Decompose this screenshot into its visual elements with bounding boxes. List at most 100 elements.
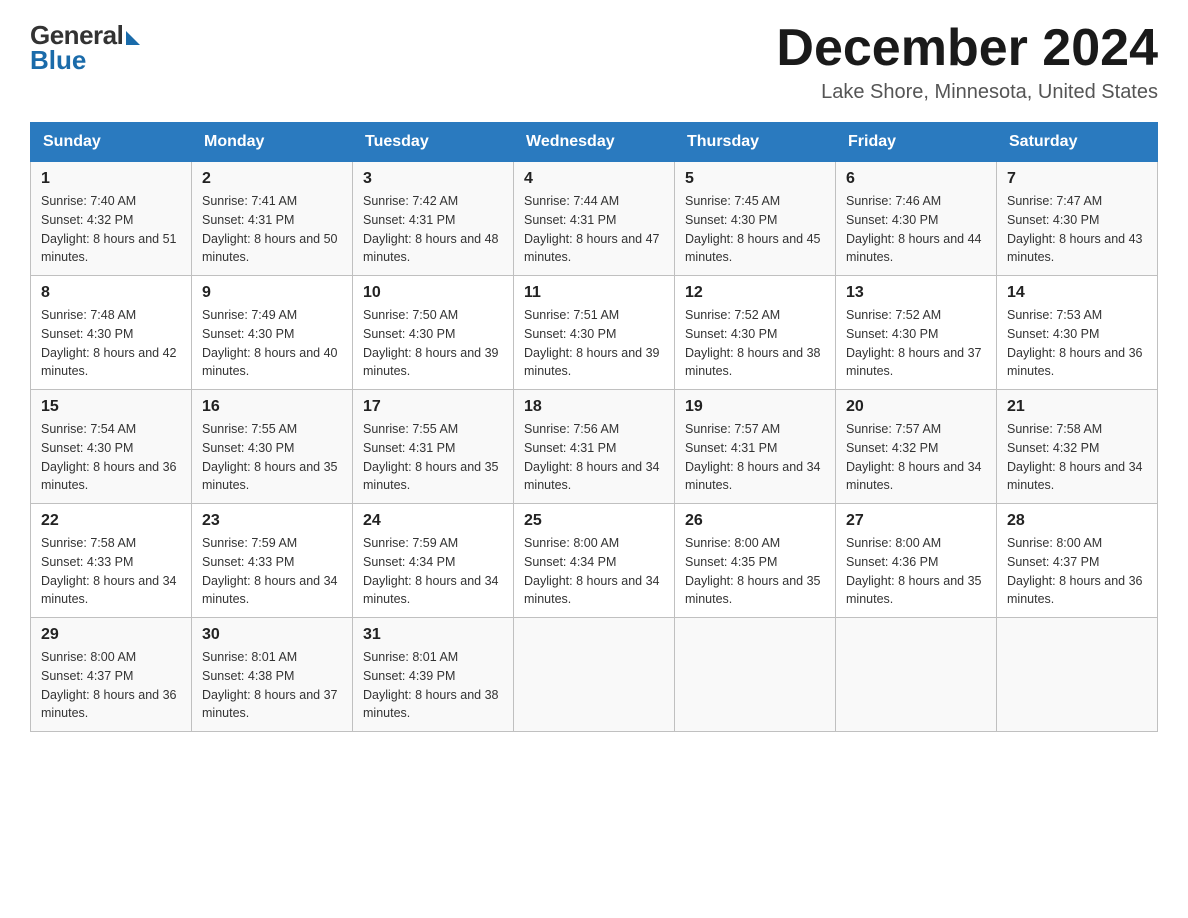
calendar-week-3: 15 Sunrise: 7:54 AMSunset: 4:30 PMDayligh… bbox=[31, 390, 1158, 504]
calendar-cell: 10 Sunrise: 7:50 AMSunset: 4:30 PMDayligh… bbox=[353, 276, 514, 390]
day-number: 15 bbox=[41, 398, 181, 416]
day-number: 4 bbox=[524, 170, 664, 188]
day-number: 13 bbox=[846, 284, 986, 302]
day-number: 9 bbox=[202, 284, 342, 302]
calendar-cell: 20 Sunrise: 7:57 AMSunset: 4:32 PMDayligh… bbox=[836, 390, 997, 504]
day-header-sunday: Sunday bbox=[31, 123, 192, 162]
calendar-week-2: 8Sunrise: 7:48 AMSunset: 4:30 PMDaylight… bbox=[31, 276, 1158, 390]
calendar-cell: 11 Sunrise: 7:51 AMSunset: 4:30 PMDayligh… bbox=[514, 276, 675, 390]
day-number: 16 bbox=[202, 398, 342, 416]
day-info: Sunrise: 7:54 AMSunset: 4:30 PMDaylight:… bbox=[41, 420, 181, 495]
day-number: 6 bbox=[846, 170, 986, 188]
calendar-cell bbox=[836, 618, 997, 732]
day-number: 10 bbox=[363, 284, 503, 302]
calendar-cell: 4 Sunrise: 7:44 AMSunset: 4:31 PMDaylight… bbox=[514, 162, 675, 276]
calendar-cell: 16 Sunrise: 7:55 AMSunset: 4:30 PMDayligh… bbox=[192, 390, 353, 504]
calendar-cell: 29 Sunrise: 8:00 AMSunset: 4:37 PMDayligh… bbox=[31, 618, 192, 732]
day-number: 3 bbox=[363, 170, 503, 188]
day-number: 5 bbox=[685, 170, 825, 188]
calendar-cell: 9 Sunrise: 7:49 AMSunset: 4:30 PMDaylight… bbox=[192, 276, 353, 390]
day-header-row: SundayMondayTuesdayWednesdayThursdayFrid… bbox=[31, 123, 1158, 162]
calendar-cell: 12Sunrise: 7:52 AMSunset: 4:30 PMDayligh… bbox=[675, 276, 836, 390]
day-number: 24 bbox=[363, 512, 503, 530]
day-info: Sunrise: 7:57 AMSunset: 4:31 PMDaylight:… bbox=[685, 420, 825, 495]
calendar-cell: 8Sunrise: 7:48 AMSunset: 4:30 PMDaylight… bbox=[31, 276, 192, 390]
day-number: 18 bbox=[524, 398, 664, 416]
calendar-header: SundayMondayTuesdayWednesdayThursdayFrid… bbox=[31, 123, 1158, 162]
day-number: 23 bbox=[202, 512, 342, 530]
day-info: Sunrise: 8:00 AMSunset: 4:34 PMDaylight:… bbox=[524, 534, 664, 609]
calendar-cell: 22 Sunrise: 7:58 AMSunset: 4:33 PMDayligh… bbox=[31, 504, 192, 618]
day-info: Sunrise: 7:55 AMSunset: 4:31 PMDaylight:… bbox=[363, 420, 503, 495]
day-number: 28 bbox=[1007, 512, 1147, 530]
day-header-thursday: Thursday bbox=[675, 123, 836, 162]
logo-blue-text: Blue bbox=[30, 45, 86, 76]
day-info: Sunrise: 7:49 AMSunset: 4:30 PMDaylight:… bbox=[202, 306, 342, 381]
day-info: Sunrise: 7:40 AMSunset: 4:32 PMDaylight:… bbox=[41, 192, 181, 267]
day-number: 25 bbox=[524, 512, 664, 530]
day-header-monday: Monday bbox=[192, 123, 353, 162]
day-number: 22 bbox=[41, 512, 181, 530]
day-info: Sunrise: 8:00 AMSunset: 4:36 PMDaylight:… bbox=[846, 534, 986, 609]
calendar-cell bbox=[997, 618, 1158, 732]
day-number: 19 bbox=[685, 398, 825, 416]
day-number: 30 bbox=[202, 626, 342, 644]
day-number: 29 bbox=[41, 626, 181, 644]
calendar-week-1: 1 Sunrise: 7:40 AMSunset: 4:32 PMDaylight… bbox=[31, 162, 1158, 276]
day-info: Sunrise: 7:51 AMSunset: 4:30 PMDaylight:… bbox=[524, 306, 664, 381]
day-info: Sunrise: 8:00 AMSunset: 4:37 PMDaylight:… bbox=[1007, 534, 1147, 609]
day-info: Sunrise: 8:00 AMSunset: 4:37 PMDaylight:… bbox=[41, 648, 181, 723]
day-info: Sunrise: 8:01 AMSunset: 4:38 PMDaylight:… bbox=[202, 648, 342, 723]
day-info: Sunrise: 7:58 AMSunset: 4:32 PMDaylight:… bbox=[1007, 420, 1147, 495]
day-info: Sunrise: 7:52 AMSunset: 4:30 PMDaylight:… bbox=[685, 306, 825, 381]
calendar-cell: 3 Sunrise: 7:42 AMSunset: 4:31 PMDaylight… bbox=[353, 162, 514, 276]
day-number: 11 bbox=[524, 284, 664, 302]
calendar-body: 1 Sunrise: 7:40 AMSunset: 4:32 PMDaylight… bbox=[31, 162, 1158, 732]
calendar-cell: 7Sunrise: 7:47 AMSunset: 4:30 PMDaylight… bbox=[997, 162, 1158, 276]
calendar-cell bbox=[675, 618, 836, 732]
page-header: General Blue December 2024 Lake Shore, M… bbox=[30, 20, 1158, 104]
day-header-tuesday: Tuesday bbox=[353, 123, 514, 162]
day-info: Sunrise: 7:57 AMSunset: 4:32 PMDaylight:… bbox=[846, 420, 986, 495]
day-info: Sunrise: 7:59 AMSunset: 4:33 PMDaylight:… bbox=[202, 534, 342, 609]
day-number: 1 bbox=[41, 170, 181, 188]
calendar-cell: 23 Sunrise: 7:59 AMSunset: 4:33 PMDayligh… bbox=[192, 504, 353, 618]
calendar-cell: 27Sunrise: 8:00 AMSunset: 4:36 PMDayligh… bbox=[836, 504, 997, 618]
day-info: Sunrise: 7:50 AMSunset: 4:30 PMDaylight:… bbox=[363, 306, 503, 381]
calendar-cell: 13 Sunrise: 7:52 AMSunset: 4:30 PMDayligh… bbox=[836, 276, 997, 390]
calendar-cell: 30 Sunrise: 8:01 AMSunset: 4:38 PMDayligh… bbox=[192, 618, 353, 732]
calendar-cell: 24Sunrise: 7:59 AMSunset: 4:34 PMDayligh… bbox=[353, 504, 514, 618]
day-info: Sunrise: 7:44 AMSunset: 4:31 PMDaylight:… bbox=[524, 192, 664, 267]
calendar-week-5: 29 Sunrise: 8:00 AMSunset: 4:37 PMDayligh… bbox=[31, 618, 1158, 732]
calendar-cell: 2Sunrise: 7:41 AMSunset: 4:31 PMDaylight… bbox=[192, 162, 353, 276]
day-header-saturday: Saturday bbox=[997, 123, 1158, 162]
day-number: 2 bbox=[202, 170, 342, 188]
page-title: December 2024 bbox=[776, 20, 1158, 77]
logo-arrow-icon bbox=[126, 31, 140, 45]
calendar-cell: 15 Sunrise: 7:54 AMSunset: 4:30 PMDayligh… bbox=[31, 390, 192, 504]
day-info: Sunrise: 7:52 AMSunset: 4:30 PMDaylight:… bbox=[846, 306, 986, 381]
page-subtitle: Lake Shore, Minnesota, United States bbox=[776, 81, 1158, 104]
calendar-cell: 25 Sunrise: 8:00 AMSunset: 4:34 PMDayligh… bbox=[514, 504, 675, 618]
day-info: Sunrise: 7:46 AMSunset: 4:30 PMDaylight:… bbox=[846, 192, 986, 267]
day-info: Sunrise: 7:55 AMSunset: 4:30 PMDaylight:… bbox=[202, 420, 342, 495]
day-info: Sunrise: 7:45 AMSunset: 4:30 PMDaylight:… bbox=[685, 192, 825, 267]
calendar-cell: 6 Sunrise: 7:46 AMSunset: 4:30 PMDaylight… bbox=[836, 162, 997, 276]
calendar-cell: 17Sunrise: 7:55 AMSunset: 4:31 PMDayligh… bbox=[353, 390, 514, 504]
day-info: Sunrise: 7:53 AMSunset: 4:30 PMDaylight:… bbox=[1007, 306, 1147, 381]
day-number: 8 bbox=[41, 284, 181, 302]
day-info: Sunrise: 7:58 AMSunset: 4:33 PMDaylight:… bbox=[41, 534, 181, 609]
calendar-cell: 5 Sunrise: 7:45 AMSunset: 4:30 PMDaylight… bbox=[675, 162, 836, 276]
day-info: Sunrise: 8:00 AMSunset: 4:35 PMDaylight:… bbox=[685, 534, 825, 609]
calendar-cell: 14Sunrise: 7:53 AMSunset: 4:30 PMDayligh… bbox=[997, 276, 1158, 390]
day-info: Sunrise: 7:42 AMSunset: 4:31 PMDaylight:… bbox=[363, 192, 503, 267]
day-header-friday: Friday bbox=[836, 123, 997, 162]
calendar-cell: 28 Sunrise: 8:00 AMSunset: 4:37 PMDayligh… bbox=[997, 504, 1158, 618]
day-header-wednesday: Wednesday bbox=[514, 123, 675, 162]
title-area: December 2024 Lake Shore, Minnesota, Uni… bbox=[776, 20, 1158, 104]
day-number: 20 bbox=[846, 398, 986, 416]
day-number: 26 bbox=[685, 512, 825, 530]
calendar-cell bbox=[514, 618, 675, 732]
calendar-cell: 1 Sunrise: 7:40 AMSunset: 4:32 PMDaylight… bbox=[31, 162, 192, 276]
day-info: Sunrise: 8:01 AMSunset: 4:39 PMDaylight:… bbox=[363, 648, 503, 723]
